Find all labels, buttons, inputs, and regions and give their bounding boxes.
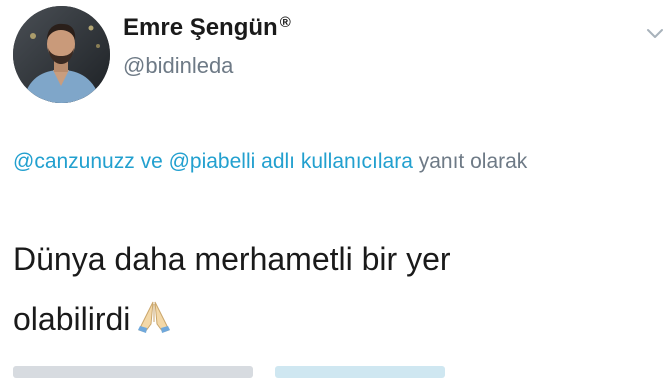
cut-off-content: [13, 366, 663, 378]
tweet-body: Dünya daha merhametli bir yer olabilirdi: [13, 229, 643, 349]
folded-hands-icon: [138, 301, 171, 333]
reply-context: @canzunuzz ve @piabelli adlı kullanıcıla…: [13, 142, 643, 182]
reply-context-suffix[interactable]: adlı kullanıcılara: [261, 150, 413, 173]
registered-mark-icon: ®: [279, 14, 291, 31]
profile-photo-icon: [13, 6, 110, 103]
tweet-text-line: Dünya daha merhametli bir yer: [13, 241, 451, 277]
author-handle[interactable]: @bidinleda: [123, 53, 233, 79]
tweet-text-line: olabilirdi: [13, 301, 131, 337]
mention-link[interactable]: @canzunuzz: [13, 150, 135, 173]
author-name-text: Emre Şengün: [123, 14, 278, 41]
author-display-name[interactable]: Emre Şengün ®: [123, 14, 291, 42]
mention-link[interactable]: @piabelli: [169, 150, 256, 173]
mention-connector[interactable]: ve: [141, 150, 163, 173]
tweet-text-line-2: olabilirdi: [13, 289, 643, 349]
tweet-card: Emre Şengün ® @bidinleda @canzunuzz ve @p…: [0, 0, 672, 378]
reply-context-suffix: yanıt olarak: [418, 150, 528, 173]
avatar[interactable]: [13, 6, 110, 103]
chevron-down-icon[interactable]: [644, 22, 666, 44]
